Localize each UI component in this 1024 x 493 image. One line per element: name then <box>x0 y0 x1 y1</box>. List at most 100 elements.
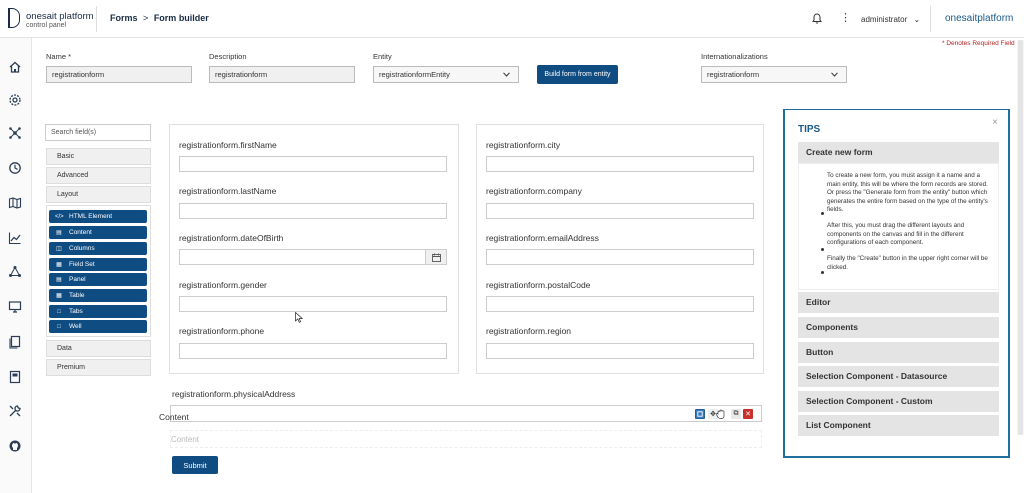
search-fields-input[interactable]: Search field(s) <box>45 124 151 141</box>
tip-selection-custom[interactable]: Selection Component - Custom <box>798 391 999 412</box>
component-panel[interactable]: ▤ Panel <box>49 273 147 286</box>
field-label-region: registrationform.region <box>486 326 572 336</box>
tip-create-new-form-body: To create a new form, you must assign it… <box>798 163 999 290</box>
brand-subtitle: control panel <box>26 22 67 29</box>
component-html-element[interactable]: </> HTML Element <box>49 210 147 223</box>
breadcrumb-current: Form builder <box>153 13 209 23</box>
tip-paragraph-2: After this, you must drag the different … <box>827 222 965 246</box>
firstname-input[interactable] <box>179 156 447 172</box>
book-icon[interactable] <box>8 370 22 384</box>
tip-button[interactable]: Button <box>798 342 999 363</box>
name-input[interactable]: registrationform <box>46 66 192 83</box>
lastname-input[interactable] <box>179 203 447 219</box>
th-large-icon: ▦ <box>56 262 62 268</box>
table-icon: ▦ <box>56 293 62 299</box>
scrollbar-thumb[interactable] <box>1018 40 1023 435</box>
dateofbirth-input[interactable] <box>179 249 426 265</box>
network-icon[interactable] <box>8 126 22 140</box>
emailaddress-input[interactable] <box>486 249 754 265</box>
remove-component-icon[interactable]: ✕ <box>743 409 753 419</box>
name-label: Name * <box>46 52 72 61</box>
tip-editor[interactable]: Editor <box>798 292 999 313</box>
component-field-set[interactable]: ▦ Field Set <box>49 258 147 271</box>
monitor-icon[interactable] <box>8 300 22 314</box>
user-menu[interactable]: administrator ⌄ <box>861 15 920 24</box>
tip-components[interactable]: Components <box>798 317 999 338</box>
build-form-from-entity-button[interactable]: Build form from entity <box>537 65 618 84</box>
component-content[interactable]: ▤ Content <box>49 226 147 239</box>
list-alt-icon: ▤ <box>56 277 62 283</box>
code-icon: </> <box>55 213 64 220</box>
share-icon[interactable] <box>8 265 22 279</box>
field-label-emailaddress: registrationform.emailAddress <box>486 233 599 243</box>
field-label-phone: registrationform.phone <box>179 326 265 336</box>
top-bar: onesait platform control panel Forms > F… <box>0 0 1024 38</box>
internationalizations-select-value: registrationform <box>707 70 760 79</box>
chart-line-icon[interactable] <box>8 231 22 245</box>
company-input[interactable] <box>486 203 754 219</box>
entity-select[interactable]: registrationformEntity <box>373 66 519 83</box>
component-tabs[interactable]: □ Tabs <box>49 305 147 318</box>
gender-input[interactable] <box>179 296 447 312</box>
tip-create-new-form[interactable]: Create new form <box>798 142 999 163</box>
bullet <box>821 212 824 215</box>
clock-icon[interactable] <box>8 161 22 175</box>
edit-component-icon[interactable] <box>695 409 705 419</box>
entity-label: Entity <box>373 52 392 61</box>
tools-icon[interactable] <box>8 404 22 418</box>
brand-right[interactable]: onesaitplatform <box>945 13 1013 24</box>
breadcrumb-separator: > <box>143 13 149 23</box>
more-options-icon[interactable]: ⋮ <box>840 13 851 24</box>
chevron-down-icon: ⌄ <box>913 15 921 24</box>
field-label-company: registrationform.company <box>486 186 582 196</box>
breadcrumb-forms[interactable]: Forms <box>110 13 138 23</box>
tips-panel: TIPS × Create new form To create a new f… <box>783 109 1010 458</box>
component-table[interactable]: ▦ Table <box>49 289 147 302</box>
physicaladdress-input[interactable] <box>170 405 762 422</box>
component-columns[interactable]: ◫ Columns <box>49 242 147 255</box>
settings-icon[interactable] <box>8 93 22 107</box>
submit-button[interactable]: Submit <box>172 456 218 474</box>
city-input[interactable] <box>486 156 754 172</box>
tip-paragraph-1: To create a new form, you must assign it… <box>827 172 988 213</box>
bell-icon[interactable] <box>812 13 822 24</box>
map-icon[interactable] <box>8 196 22 210</box>
home-icon[interactable] <box>8 60 22 74</box>
tip-list-component[interactable]: List Component <box>798 415 999 436</box>
group-data[interactable]: Data <box>46 340 151 357</box>
component-well[interactable]: □ Well <box>49 320 147 333</box>
brand-title[interactable]: onesait platform <box>26 11 94 22</box>
field-label-firstname: registrationform.firstName <box>179 140 277 150</box>
description-input[interactable]: registrationform <box>209 66 355 83</box>
field-label-dateofbirth: registrationform.dateOfBirth <box>179 233 284 243</box>
group-advanced[interactable]: Advanced <box>46 167 151 184</box>
field-label-lastname: registrationform.lastName <box>179 186 277 196</box>
group-basic[interactable]: Basic <box>46 148 151 165</box>
field-label-postalcode: registrationform.postalCode <box>486 280 591 290</box>
mouse-cursor-icon <box>295 312 303 323</box>
tip-selection-datasource[interactable]: Selection Component - Datasource <box>798 366 999 387</box>
required-field-note: * Denotes Required Field <box>942 40 1015 47</box>
description-label: Description <box>209 52 247 61</box>
group-layout[interactable]: Layout <box>46 186 151 203</box>
files-icon[interactable] <box>8 335 22 349</box>
tips-title: TIPS <box>798 124 821 135</box>
phone-input[interactable] <box>179 343 447 359</box>
entity-select-value: registrationformEntity <box>379 70 450 79</box>
group-premium[interactable]: Premium <box>46 359 151 376</box>
dragged-content-label[interactable]: Content <box>159 412 189 422</box>
internationalizations-select[interactable]: registrationform <box>701 66 847 83</box>
chevron-down-icon <box>831 72 838 77</box>
region-input[interactable] <box>486 343 754 359</box>
brand-logo-icon[interactable] <box>8 8 20 28</box>
top-divider <box>96 6 97 32</box>
field-label-city: registrationform.city <box>486 140 561 150</box>
chevron-down-icon <box>503 72 510 77</box>
calendar-icon[interactable] <box>425 249 447 265</box>
close-icon[interactable]: × <box>992 117 998 128</box>
copy-icon[interactable]: ⧉ <box>731 409 741 419</box>
grab-cursor-icon <box>716 409 725 419</box>
postalcode-input[interactable] <box>486 296 754 312</box>
breadcrumb: Forms > Form builder <box>110 13 209 23</box>
github-icon[interactable] <box>8 439 22 453</box>
